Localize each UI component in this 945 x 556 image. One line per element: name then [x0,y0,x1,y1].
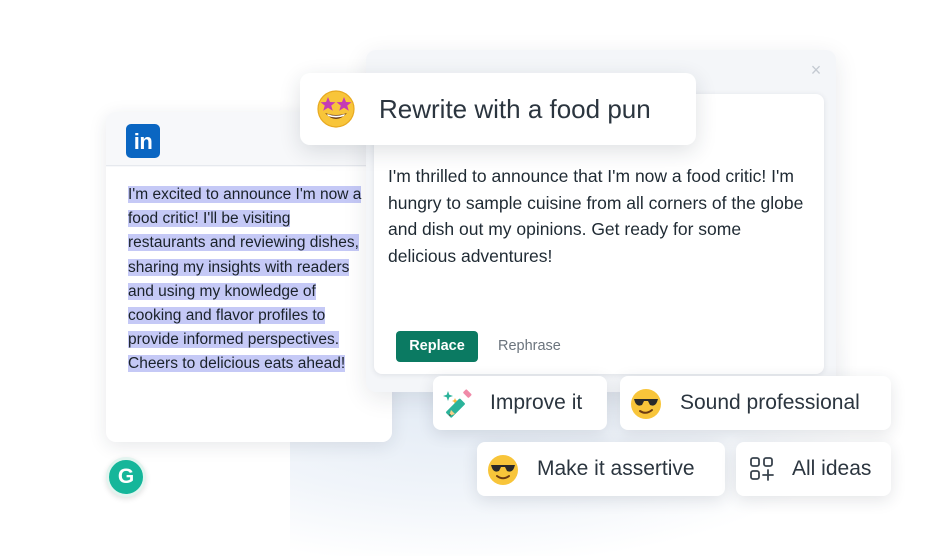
make-it-assertive-label: Make it assertive [537,457,695,480]
post-text[interactable]: I'm excited to announce I'm now a food c… [128,183,368,377]
selected-text-highlight: I'm excited to announce I'm now a food c… [128,186,362,373]
suggestion-text: I'm thrilled to announce that I'm now a … [388,166,804,266]
all-ideas-chip[interactable]: All ideas [736,442,891,496]
improve-it-label: Improve it [490,391,583,414]
sunglasses-emoji-icon [488,455,518,485]
make-it-assertive-chip[interactable]: Make it assertive [477,442,725,496]
linkedin-post-panel: in I'm excited to announce I'm now a foo… [106,112,392,442]
linkedin-post-body[interactable]: I'm excited to announce I'm now a food c… [106,167,392,442]
star-struck-emoji-icon [317,90,355,128]
sunglasses-emoji-icon [631,389,661,419]
rephrase-button[interactable]: Rephrase [498,331,561,362]
replace-button[interactable]: Replace [396,331,478,362]
sound-professional-label: Sound professional [680,391,860,414]
prompt-label: Rewrite with a food pun [379,94,651,124]
pencil-sparkle-icon [443,389,472,418]
grid-plus-icon [750,457,774,481]
grammarly-button[interactable]: G [106,457,146,497]
prompt-header[interactable]: Rewrite with a food pun [300,73,696,145]
linkedin-logo-icon: in [126,124,160,158]
all-ideas-label: All ideas [792,457,872,480]
improve-it-chip[interactable]: Improve it [433,376,607,430]
close-icon[interactable]: × [806,60,826,80]
sound-professional-chip[interactable]: Sound professional [620,376,891,430]
